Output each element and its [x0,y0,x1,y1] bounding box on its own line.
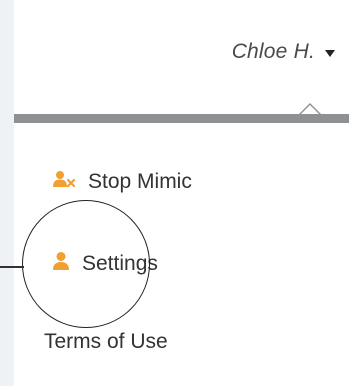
user-remove-icon [52,170,76,194]
user-menu-toggle[interactable]: Chloe H. [232,40,335,64]
menu-item-label: Terms of Use [44,330,168,353]
highlight-circle [22,200,150,328]
annotation-line [0,266,24,268]
menu-item-stop-mimic[interactable]: Stop Mimic [52,170,192,194]
user-name: Chloe H. [231,40,315,63]
caret-down-icon [325,49,335,57]
menu-item-label: Stop Mimic [88,170,192,193]
menu-item-terms-of-use[interactable]: Terms of Use [44,330,168,354]
menu-divider [14,114,349,123]
user-menu-panel: Chloe H. Stop Mimic Settings Terms of Us… [14,0,349,386]
menu-pointer-inner [301,105,319,114]
